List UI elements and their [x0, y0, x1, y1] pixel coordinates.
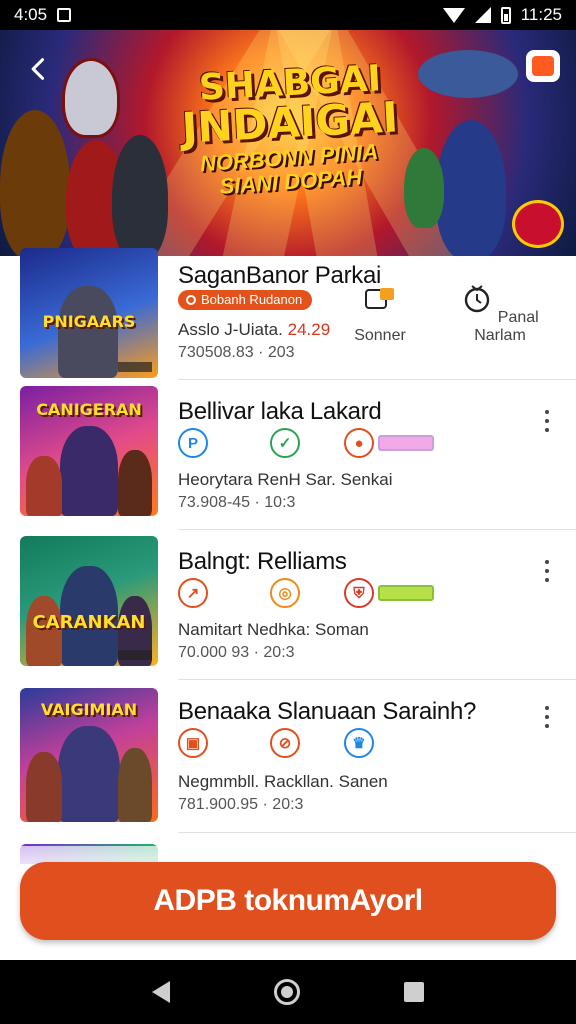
system-nav-bar [0, 960, 576, 1024]
more-options-button[interactable] [538, 706, 556, 728]
hero-ship [418, 50, 518, 98]
arrow-icon: ↗ [178, 578, 208, 608]
trophy-icon: ♛ [344, 728, 374, 758]
game-stats: 70.000 93 · 20:3 [178, 644, 295, 661]
hero-figure-mask [62, 58, 120, 138]
back-button[interactable] [22, 52, 56, 86]
divider [178, 832, 576, 833]
game-thumbnail[interactable]: CARANKAN [20, 536, 158, 666]
game-logo-badge [512, 200, 564, 248]
chat-icon: ✓ [270, 428, 300, 458]
hero-figure-right [436, 120, 506, 256]
list-item[interactable]: PNIGAARS SaganBanor Parkai Bobanh Rudano… [0, 248, 576, 380]
app-badge-icon[interactable] [526, 50, 560, 82]
game-stats: 781.900.95 · 20:3 [178, 796, 304, 813]
stat-sonner: Sonner [350, 286, 410, 345]
feature-icons: ▣ ⊘ ♛ [178, 728, 374, 758]
game-thumbnail[interactable]: PNIGAARS [20, 248, 158, 378]
hero-figure-boy-2 [112, 135, 168, 256]
status-bar: 4:05 11:25 [0, 0, 576, 30]
cta-container: ADPB toknumAyorl [0, 846, 576, 960]
p-icon: P [178, 428, 208, 458]
signal-icon [474, 7, 491, 23]
game-meta: Namitart Nedhka: Soman [178, 620, 369, 639]
status-time-left: 4:05 [14, 5, 48, 24]
back-arrow-icon [31, 58, 45, 80]
primary-cta-button[interactable]: ADPB toknumAyorl [20, 862, 556, 940]
square-icon: ▣ [178, 728, 208, 758]
notification-icon [57, 8, 72, 22]
game-list: PNIGAARS SaganBanor Parkai Bobanh Rudano… [0, 248, 576, 832]
nav-back-icon[interactable] [152, 981, 170, 1003]
battery-icon [500, 6, 511, 24]
badge-pill [378, 585, 434, 601]
list-item[interactable]: VAIGIMIAN Benaaka Slanuaan Sarainh? ▣ ⊘ … [0, 680, 576, 832]
game-stats: 730508.83 · 203 [178, 344, 295, 361]
feature-icons: ↗ ◎ ⛨ [178, 578, 434, 608]
nav-home-icon[interactable] [274, 979, 300, 1005]
category-tag: Bobanh Rudanon [178, 290, 313, 310]
game-meta: Asslo J-Uiata. 24.29 [178, 320, 331, 339]
nav-recents-icon[interactable] [404, 982, 424, 1002]
wifi-icon [442, 7, 465, 23]
game-thumbnail[interactable]: CANIGERAN [20, 386, 158, 516]
banner-title: SHABGAI JNDAIGAI [180, 58, 400, 153]
alarm-icon [465, 285, 490, 313]
status-time-right: 11:25 [520, 5, 562, 24]
game-title: Bellivar laka Lakard [178, 398, 382, 425]
game-meta: Negmmbll. Rackllan. Sanen [178, 772, 388, 791]
badge-icon [365, 288, 394, 309]
hero-banner: SHABGAI JNDAIGAI NORBONN PINIA SIANI DOP… [0, 30, 576, 256]
hero-figure-left [0, 110, 70, 256]
avatar-icon: ● [344, 428, 374, 458]
game-thumbnail[interactable]: VAIGIMIAN [20, 688, 158, 822]
game-title: Balngt: Relliams [178, 548, 347, 575]
feature-icons: P ✓ ● [178, 428, 434, 458]
compass-icon: ⊘ [270, 728, 300, 758]
shield-icon: ⛨ [344, 578, 374, 608]
game-meta: Heorytara RenH Sar. Senkai [178, 470, 393, 489]
more-options-button[interactable] [538, 410, 556, 432]
target-icon: ◎ [270, 578, 300, 608]
list-item[interactable]: CARANKAN Balngt: Relliams ↗ ◎ ⛨ Namitart… [0, 530, 576, 680]
game-title: Benaaka Slanuaan Sarainh? [178, 698, 477, 725]
hero-figure-small [404, 148, 444, 228]
more-options-button[interactable] [538, 560, 556, 582]
list-item[interactable]: CANIGERAN Bellivar laka Lakard P ✓ ● Heo… [0, 380, 576, 530]
badge-pill [378, 435, 434, 451]
game-stats: 73.908-45 · 10:3 [178, 494, 296, 511]
stat-panal: Panal Narlam [444, 282, 556, 345]
